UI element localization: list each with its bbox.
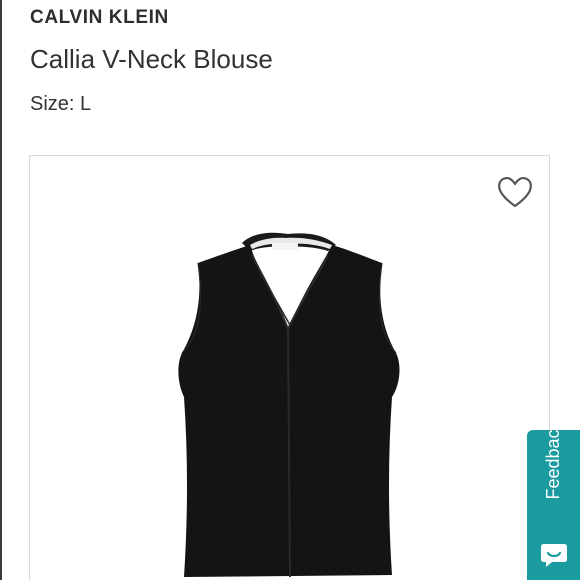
left-divider bbox=[0, 0, 2, 580]
product-page: CALVIN KLEIN Callia V-Neck Blouse Size: … bbox=[0, 0, 580, 580]
feedback-button[interactable]: Feedback bbox=[527, 430, 580, 580]
product-image bbox=[178, 232, 400, 578]
chat-smile-icon bbox=[541, 544, 567, 567]
favorite-heart-icon[interactable] bbox=[495, 172, 535, 212]
feedback-label: Feedback bbox=[543, 430, 563, 500]
product-title: Callia V-Neck Blouse bbox=[30, 44, 273, 74]
brand-name: CALVIN KLEIN bbox=[30, 7, 169, 28]
size-label: Size: L bbox=[30, 93, 92, 115]
